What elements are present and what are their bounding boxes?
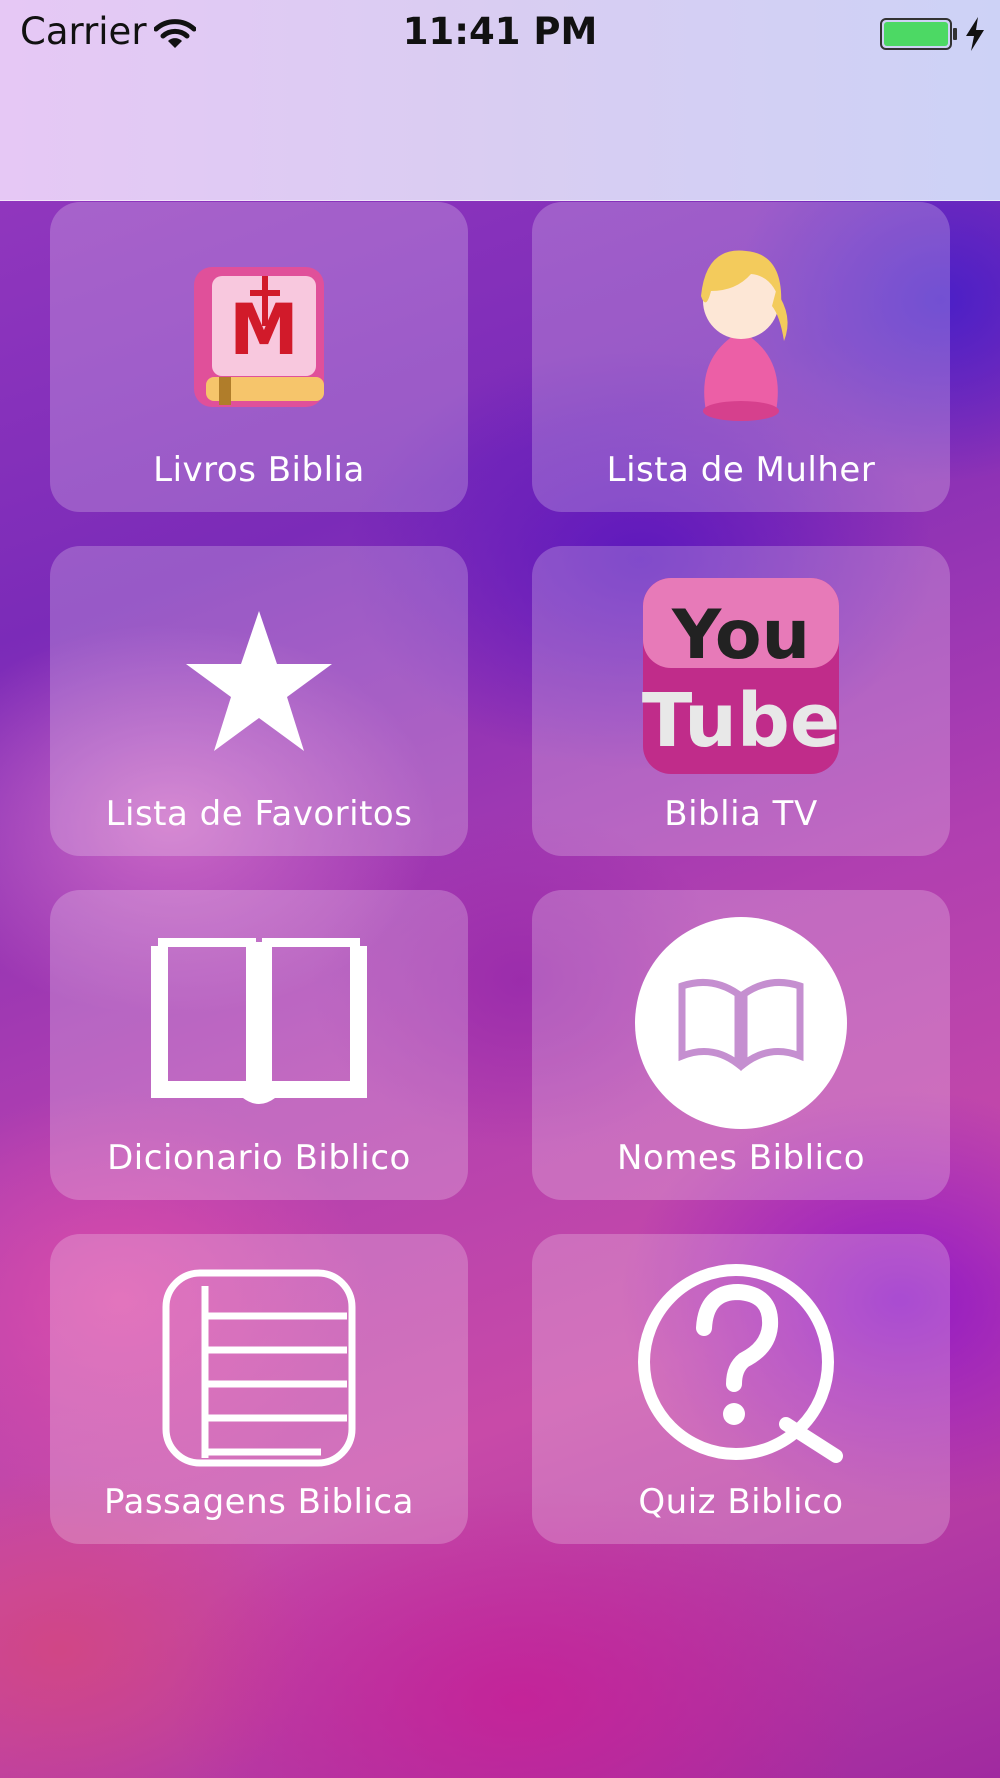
menu-item-nomes-biblico[interactable]: Nomes Biblico [532, 890, 950, 1200]
menu-item-lista-de-favoritos[interactable]: Lista de Favoritos [50, 546, 468, 856]
status-bar: Carrier 11:41 PM [0, 0, 1000, 201]
charging-bolt-icon [966, 17, 984, 51]
menu-item-label: Biblia TV [664, 794, 818, 834]
menu-item-biblia-tv[interactable]: You Tube Biblia TV [532, 546, 950, 856]
menu-item-label: Nomes Biblico [616, 1138, 866, 1178]
bible-book-icon: M [194, 267, 324, 407]
menu-item-passagens-biblica[interactable]: Passagens Biblica [50, 1234, 468, 1544]
menu-item-lista-de-mulher[interactable]: Lista de Mulher [532, 202, 950, 512]
book-circle-icon [635, 917, 847, 1129]
svg-text:You: You [671, 596, 810, 675]
list-lines-icon [162, 1269, 356, 1467]
menu-item-quiz-biblico[interactable]: Quiz Biblico [532, 1234, 950, 1544]
menu-item-label: Dicionario Biblico [107, 1138, 411, 1178]
svg-text:Tube: Tube [642, 678, 840, 764]
menu-item-label: Lista de Favoritos [105, 794, 413, 834]
menu-item-label: Lista de Mulher [606, 450, 876, 490]
woman-figure-icon [701, 250, 788, 421]
open-book-icon [151, 938, 367, 1104]
menu-item-dicionario-biblico[interactable]: Dicionario Biblico [50, 890, 468, 1200]
youtube-icon: You Tube [642, 578, 840, 774]
question-search-icon [638, 1264, 843, 1463]
menu-item-label: Livros Biblia [153, 450, 365, 490]
star-icon [186, 611, 332, 751]
menu-item-label: Quiz Biblico [638, 1482, 844, 1522]
menu-item-livros-biblia[interactable]: M Livros Biblia [50, 202, 468, 512]
battery-icon [880, 18, 957, 50]
menu-item-label: Passagens Biblica [104, 1482, 414, 1522]
clock: 11:41 PM [402, 10, 598, 53]
